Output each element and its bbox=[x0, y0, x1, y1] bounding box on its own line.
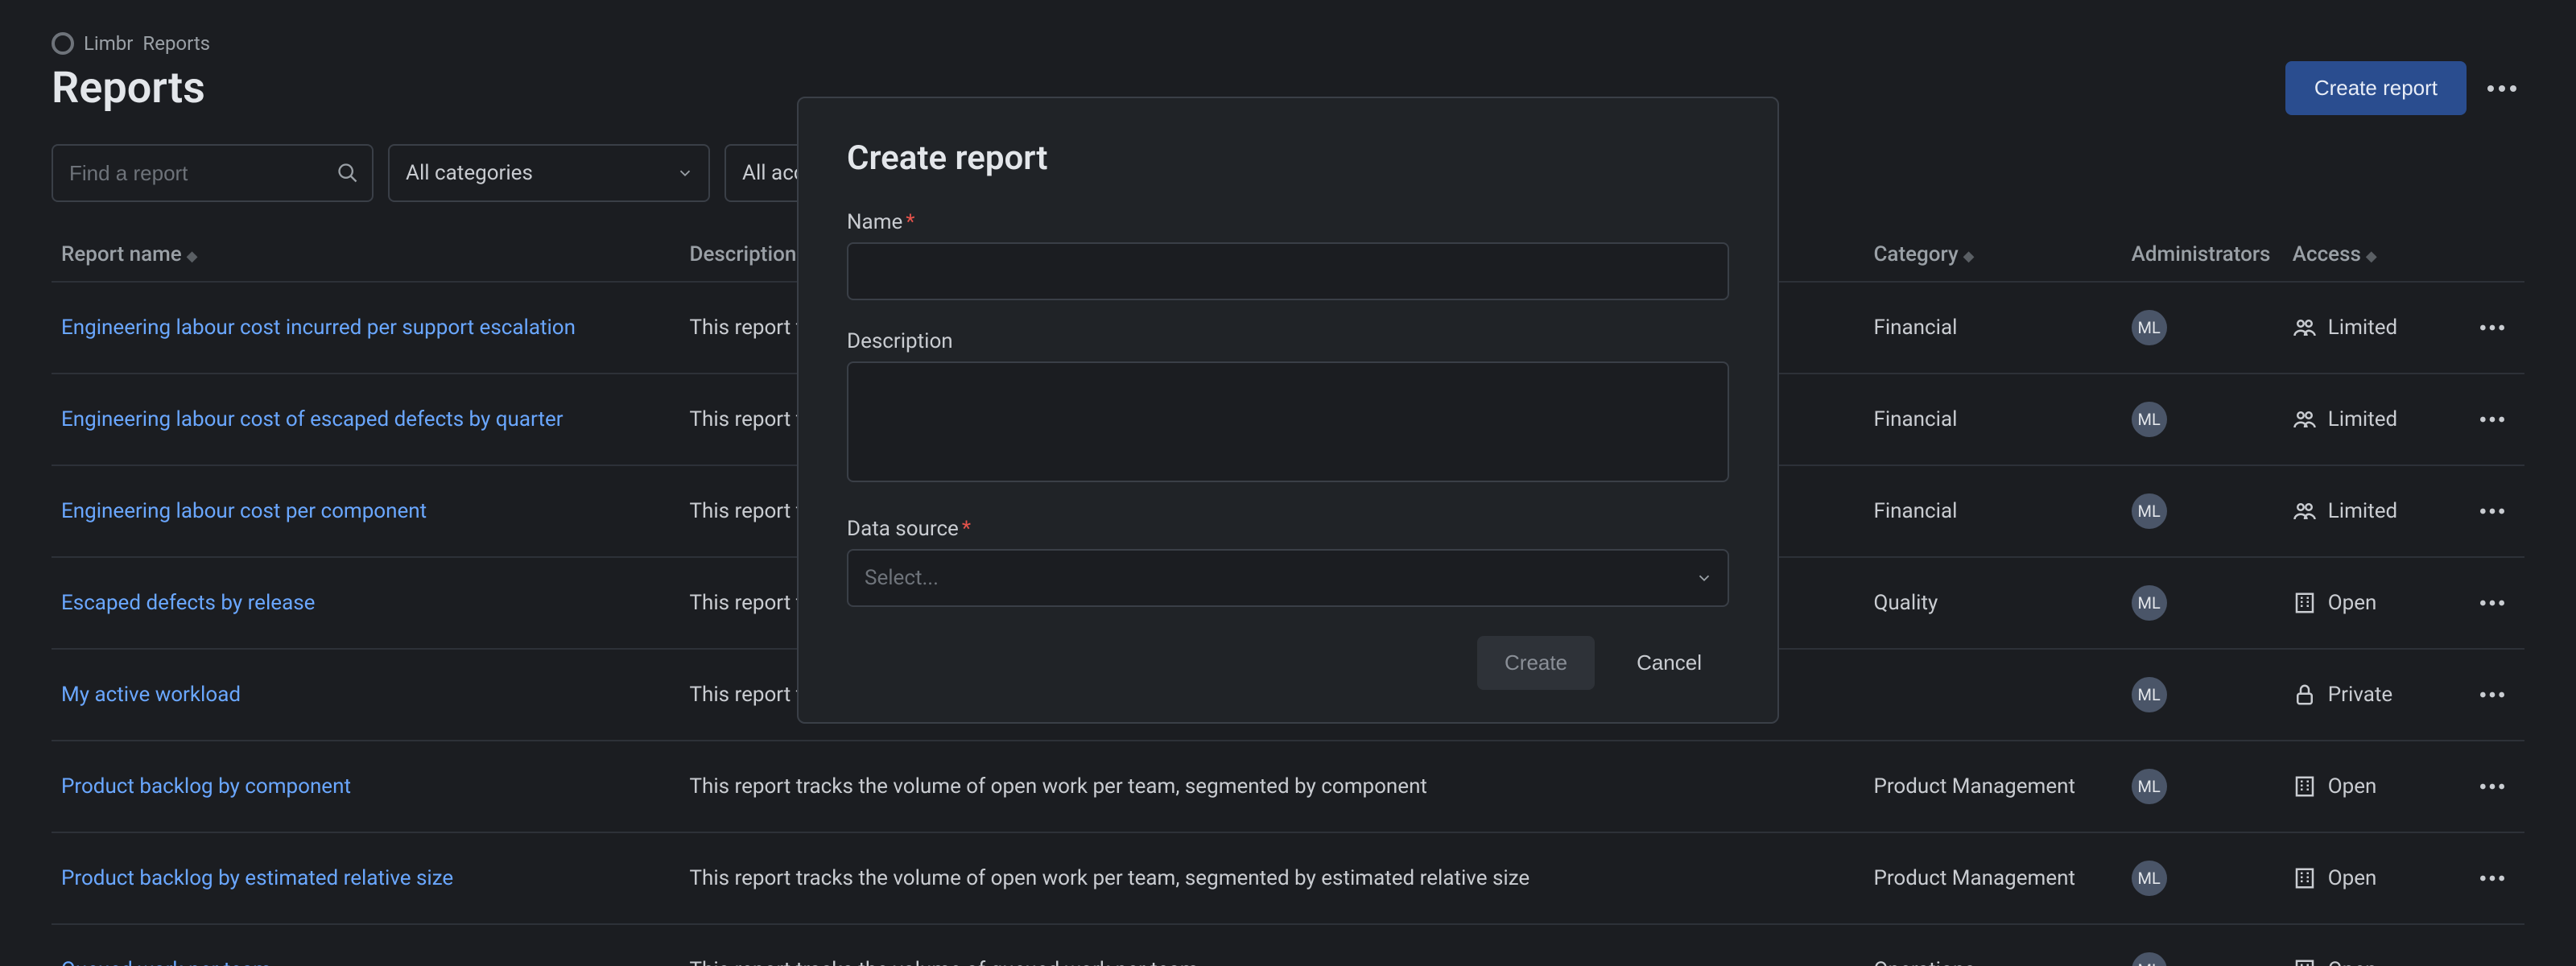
name-field[interactable] bbox=[847, 242, 1729, 300]
description-field[interactable] bbox=[847, 361, 1729, 482]
chevron-down-icon bbox=[1695, 569, 1713, 587]
datasource-placeholder: Select... bbox=[865, 566, 939, 590]
name-label: Name* bbox=[847, 210, 1729, 234]
form-group-datasource: Data source* Select... bbox=[847, 517, 1729, 607]
page-root: Limbr Reports Reports Create report All … bbox=[0, 0, 2576, 966]
datasource-label: Data source* bbox=[847, 517, 1729, 541]
modal-create-button[interactable]: Create bbox=[1477, 636, 1595, 690]
modal-title: Create report bbox=[847, 138, 1729, 178]
form-group-name: Name* bbox=[847, 210, 1729, 300]
datasource-select[interactable]: Select... bbox=[847, 549, 1729, 607]
create-report-modal: Create report Name* Description Data sou… bbox=[797, 97, 1779, 724]
required-marker: * bbox=[906, 210, 914, 234]
description-label: Description bbox=[847, 329, 1729, 353]
form-group-description: Description bbox=[847, 329, 1729, 488]
modal-actions: Create Cancel bbox=[847, 636, 1729, 690]
modal-cancel-button[interactable]: Cancel bbox=[1609, 636, 1729, 690]
required-marker: * bbox=[962, 517, 971, 541]
